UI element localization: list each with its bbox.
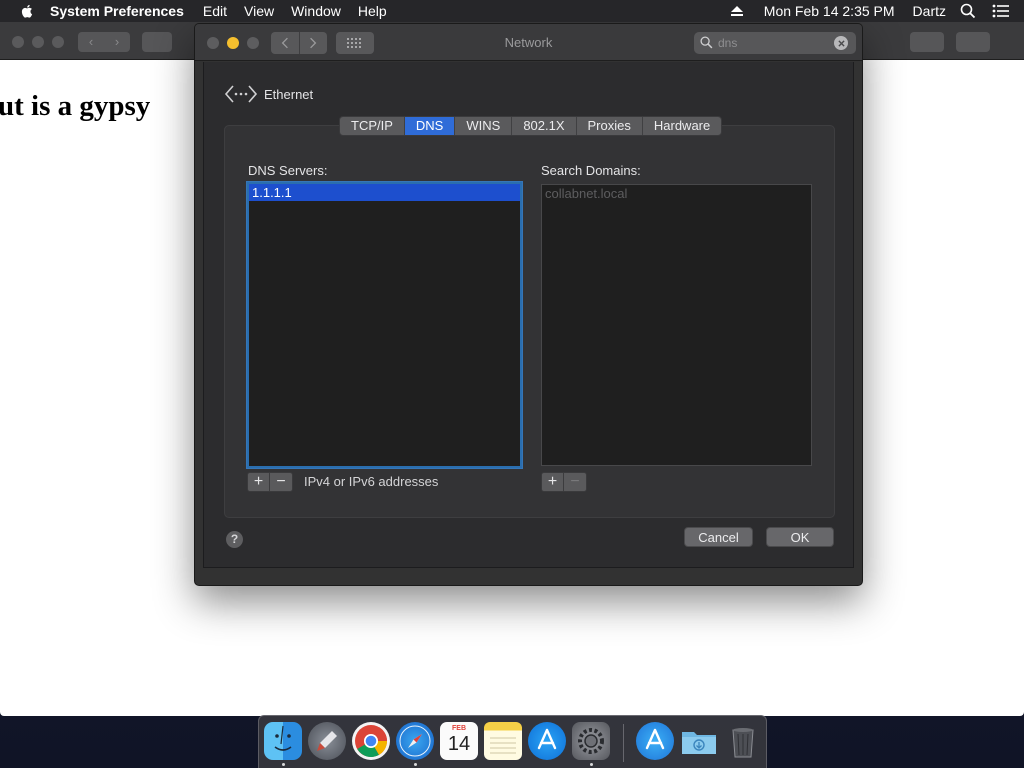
calendar-day: 14	[447, 733, 471, 755]
tab-dns[interactable]: DNS	[404, 117, 456, 135]
clear-search-icon[interactable]	[834, 36, 848, 50]
calendar-month: FEB	[452, 725, 466, 732]
interface-name: Ethernet	[264, 86, 314, 102]
dns-servers-hint: IPv4 or IPv6 addresses	[304, 474, 439, 489]
browser-forward-icon[interactable]: ›	[104, 32, 130, 52]
chrome-icon[interactable]	[352, 722, 390, 760]
menu-help[interactable]: Help	[358, 0, 387, 22]
dock: FEB 14	[258, 715, 767, 768]
apple-menu-icon[interactable]	[20, 3, 36, 19]
network-preferences-window: Network Ethernet TCP/IP DNS WINS 802.1X …	[194, 23, 863, 586]
trash-icon[interactable]	[724, 722, 762, 760]
safari-running-indicator	[414, 763, 417, 766]
menu-clock[interactable]: Mon Feb 14 2:35 PM	[764, 3, 895, 19]
advanced-settings-sheet: Ethernet TCP/IP DNS WINS 802.1X Proxies …	[203, 62, 854, 568]
control-center-icon[interactable]	[992, 4, 1010, 18]
tab-tcp-ip[interactable]: TCP/IP	[340, 117, 405, 135]
menu-edit[interactable]: Edit	[203, 0, 227, 22]
notes-icon[interactable]	[484, 722, 522, 760]
system-preferences-running-indicator	[590, 763, 593, 766]
dns-add-remove-buttons: + −	[247, 472, 293, 492]
applications-folder-icon[interactable]	[636, 722, 674, 760]
search-input[interactable]	[718, 36, 828, 50]
search-field	[694, 32, 856, 54]
tab-wins[interactable]: WINS	[455, 117, 513, 135]
menu-view[interactable]: View	[244, 0, 274, 22]
window-titlebar: Network	[195, 24, 862, 61]
eject-icon[interactable]	[730, 4, 744, 18]
downloads-folder-icon[interactable]	[680, 722, 718, 760]
safari-icon[interactable]	[396, 722, 434, 760]
ethernet-icon	[224, 82, 258, 106]
browser-minimize-button[interactable]	[32, 36, 44, 48]
menu-bar: System Preferences Edit View Window Help…	[0, 0, 1024, 22]
system-preferences-icon[interactable]	[572, 722, 610, 760]
menu-app-name[interactable]: System Preferences	[50, 0, 184, 22]
spotlight-icon[interactable]	[960, 3, 976, 19]
tab-proxies[interactable]: Proxies	[577, 117, 643, 135]
interface-header: Ethernet	[224, 82, 313, 106]
remove-search-domain-button[interactable]: −	[564, 473, 586, 491]
tab-hardware[interactable]: Hardware	[643, 117, 721, 135]
menu-user[interactable]: Dartz	[913, 3, 946, 19]
sidebar-toggle-icon[interactable]	[142, 32, 172, 52]
search-domains-list[interactable]: collabnet.local	[541, 184, 812, 466]
search-icon	[700, 36, 714, 50]
calendar-icon[interactable]: FEB 14	[440, 722, 478, 760]
browser-page-heading: ut is a gypsy	[0, 90, 151, 122]
dock-separator	[623, 724, 624, 762]
cancel-button[interactable]: Cancel	[684, 527, 753, 547]
dns-servers-label: DNS Servers:	[248, 163, 328, 178]
add-dns-server-button[interactable]: +	[248, 473, 270, 491]
menu-window[interactable]: Window	[291, 0, 341, 22]
settings-tab-bar: TCP/IP DNS WINS 802.1X Proxies Hardware	[339, 116, 723, 136]
remove-dns-server-button[interactable]: −	[270, 473, 292, 491]
ok-button[interactable]: OK	[766, 527, 834, 547]
finder-running-indicator	[282, 763, 285, 766]
browser-zoom-button[interactable]	[52, 36, 64, 48]
add-search-domain-button[interactable]: +	[542, 473, 564, 491]
app-store-icon[interactable]	[528, 722, 566, 760]
share-icon[interactable]	[910, 32, 944, 52]
domain-add-remove-buttons: + −	[541, 472, 587, 492]
dns-servers-list[interactable]: 1.1.1.1	[247, 182, 522, 468]
browser-nav-buttons: ‹ ›	[78, 32, 130, 52]
browser-close-button[interactable]	[12, 36, 24, 48]
launchpad-icon[interactable]	[308, 722, 346, 760]
tab-802-1x[interactable]: 802.1X	[512, 117, 577, 135]
tabs-overview-icon[interactable]	[956, 32, 990, 52]
browser-back-icon[interactable]: ‹	[78, 32, 104, 52]
search-domains-label: Search Domains:	[541, 163, 641, 178]
help-button[interactable]: ?	[226, 531, 243, 548]
dns-server-row[interactable]: 1.1.1.1	[249, 184, 520, 201]
search-domain-row[interactable]: collabnet.local	[542, 185, 811, 202]
finder-icon[interactable]	[264, 722, 302, 760]
